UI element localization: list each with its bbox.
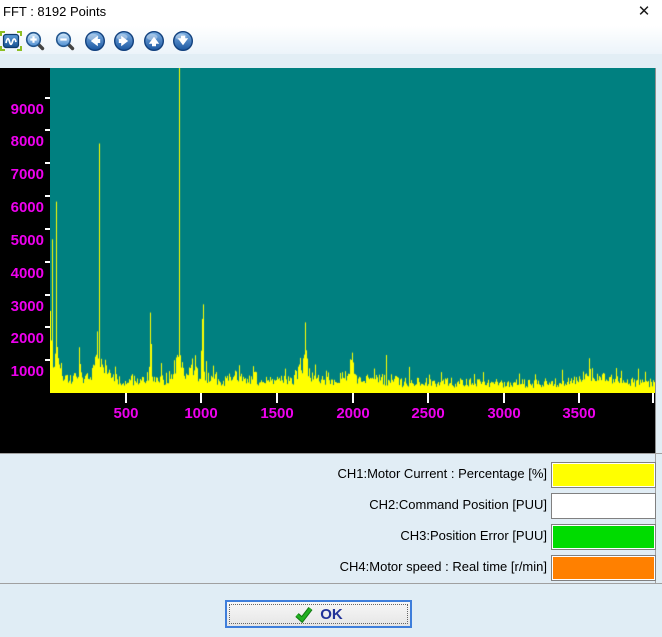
legend-row-ch2: CH2:Command Position [PUU] (0, 493, 655, 517)
pan-left-icon[interactable] (84, 30, 106, 52)
pan-down-icon[interactable] (172, 30, 194, 52)
y-axis-tick (45, 294, 50, 296)
x-axis-tick-label: 3000 (474, 405, 534, 422)
x-axis-tick (276, 393, 278, 403)
window-title: FFT : 8192 Points (3, 4, 106, 19)
legend-row-ch3: CH3:Position Error [PUU] (0, 524, 655, 548)
x-axis-tick-label: 2500 (398, 405, 458, 422)
legend-row-ch4: CH4:Motor speed : Real time [r/min] (0, 555, 655, 579)
legend-label-ch1: CH1:Motor Current : Percentage [%] (0, 462, 547, 486)
y-axis-tick (45, 162, 50, 164)
pan-up-icon[interactable] (143, 30, 165, 52)
y-axis-tick-label: 9000 (0, 101, 44, 118)
zoom-out-icon[interactable] (54, 30, 76, 52)
toolbar (0, 26, 662, 54)
x-axis-tick (503, 393, 505, 403)
y-axis-tick (45, 228, 50, 230)
x-axis-tick (427, 393, 429, 403)
y-axis-tick (45, 261, 50, 263)
legend-color-swatch-ch2[interactable] (551, 493, 656, 519)
panel-divider-top (0, 453, 662, 454)
toolbar-gap (0, 54, 662, 68)
x-axis-tick-label: 2000 (323, 405, 383, 422)
legend-panel: CH1:Motor Current : Percentage [%] CH2:Co… (0, 454, 656, 583)
fft-chart-panel: 1000 2000 3000 4000 5000 6000 7000 8000 9000 500 1… (0, 68, 656, 453)
x-axis-tick (125, 393, 127, 403)
x-axis-tick (578, 393, 580, 403)
legend-color-fill (553, 495, 654, 517)
y-axis-tick-label: 5000 (0, 232, 44, 249)
legend-color-swatch-ch4[interactable] (551, 555, 656, 581)
y-axis-tick-label: 7000 (0, 166, 44, 183)
y-axis-tick-label: 8000 (0, 133, 44, 150)
x-axis-tick-label: 1000 (171, 405, 231, 422)
zoom-in-icon[interactable] (24, 30, 46, 52)
x-axis-tick-label: 3500 (549, 405, 609, 422)
y-axis-tick-label: 3000 (0, 298, 44, 315)
legend-color-fill (553, 557, 654, 579)
y-axis-tick (45, 97, 50, 99)
x-axis-tick (200, 393, 202, 403)
y-axis-tick (45, 129, 50, 131)
legend-color-swatch-ch3[interactable] (551, 524, 656, 550)
check-icon (294, 606, 313, 623)
legend-label-ch3: CH3:Position Error [PUU] (0, 524, 547, 548)
y-axis-tick-label: 6000 (0, 199, 44, 216)
ok-button-label: OK (320, 606, 343, 623)
y-axis-tick (45, 359, 50, 361)
fft-dialog: FFT : 8192 Points ✕ (0, 0, 662, 637)
fft-plot-area (50, 68, 655, 393)
x-axis-tick-label: 1500 (247, 405, 307, 422)
legend-label-ch4: CH4:Motor speed : Real time [r/min] (0, 555, 547, 579)
close-icon[interactable]: ✕ (635, 3, 653, 21)
legend-row-ch1: CH1:Motor Current : Percentage [%] (0, 462, 655, 486)
y-axis-tick-label: 2000 (0, 330, 44, 347)
ok-button[interactable]: OK (225, 600, 412, 628)
title-bar: FFT : 8192 Points ✕ (0, 0, 662, 26)
x-axis-tick (352, 393, 354, 403)
y-axis-tick (45, 195, 50, 197)
x-axis-tick (652, 393, 654, 403)
y-axis-tick (45, 326, 50, 328)
footer-bar: OK (0, 584, 662, 637)
y-axis-tick-label: 1000 (0, 363, 44, 380)
legend-label-ch2: CH2:Command Position [PUU] (0, 493, 547, 517)
legend-color-fill (553, 526, 654, 548)
waveform-display-icon[interactable] (0, 30, 22, 52)
legend-color-swatch-ch1[interactable] (551, 462, 656, 488)
x-axis-tick-label: 500 (96, 405, 156, 422)
pan-right-icon[interactable] (113, 30, 135, 52)
legend-color-fill (553, 464, 654, 486)
y-axis-tick-label: 4000 (0, 265, 44, 282)
